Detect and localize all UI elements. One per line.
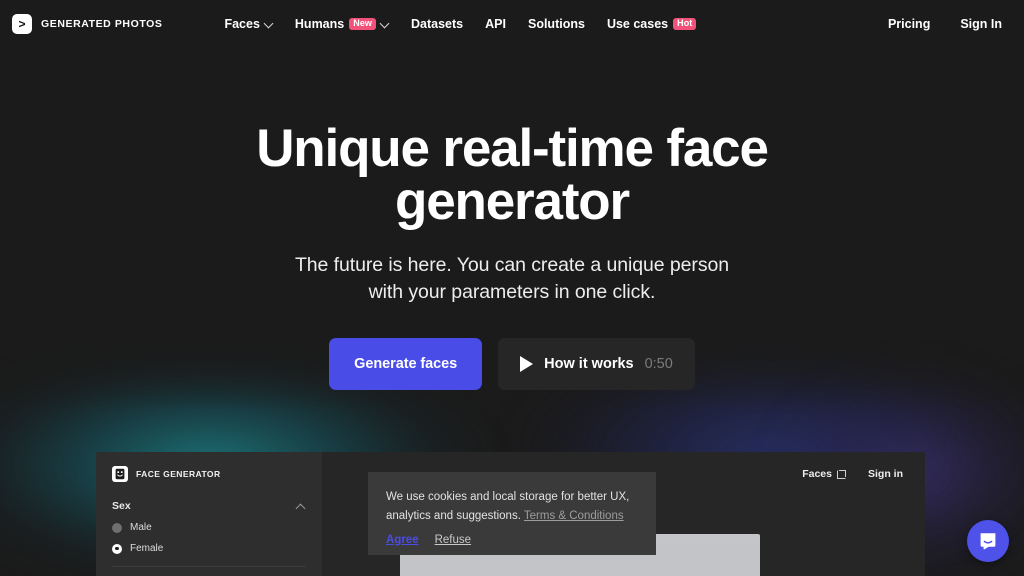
hero-subtitle: The future is here. You can create a uni… xyxy=(294,254,730,303)
nav-item-datasets[interactable]: Datasets xyxy=(411,17,463,31)
nav-item-humans[interactable]: Humans New xyxy=(295,17,389,31)
new-badge: New xyxy=(349,17,377,31)
play-icon xyxy=(520,356,534,372)
radio-option-female[interactable]: Female xyxy=(112,543,306,554)
hero-cta-row: Generate faces How it works 0:50 xyxy=(0,338,1024,390)
cookie-text: We use cookies and local storage for bet… xyxy=(386,488,638,525)
hero-title-line-1: Unique real-time face xyxy=(256,119,769,178)
radio-option-male[interactable]: Male xyxy=(112,522,306,533)
chevron-right-logo-icon: > xyxy=(12,14,32,34)
brand-logo[interactable]: > GENERATED PHOTOS xyxy=(12,14,162,34)
sign-in-button[interactable]: Sign In xyxy=(960,17,1002,31)
nav-item-pricing[interactable]: Pricing xyxy=(888,17,930,31)
sidebar-divider xyxy=(112,566,306,567)
face-smiley-logo-icon xyxy=(112,466,128,482)
cookie-refuse-button[interactable]: Refuse xyxy=(435,534,471,546)
nav-item-label: Faces xyxy=(224,17,260,31)
nav-item-use-cases[interactable]: Use cases Hot xyxy=(606,17,697,31)
cookie-agree-button[interactable]: Agree xyxy=(386,534,419,546)
nav-item-label: API xyxy=(485,17,506,31)
face-generator-header: FACE GENERATOR xyxy=(112,466,306,482)
nav-item-label: Humans xyxy=(294,17,345,31)
nav-item-faces[interactable]: Faces xyxy=(224,17,272,31)
how-it-works-button[interactable]: How it works 0:50 xyxy=(498,338,695,390)
chevron-down-icon xyxy=(265,19,273,27)
main-navigation: Faces Humans New Datasets API Solutions … xyxy=(224,17,697,31)
card-faces-link[interactable]: Faces xyxy=(802,468,846,480)
video-duration: 0:50 xyxy=(644,356,673,372)
face-generator-title: FACE GENERATOR xyxy=(136,469,221,479)
intercom-chat-launcher[interactable] xyxy=(967,520,1009,562)
nav-item-api[interactable]: API xyxy=(485,17,506,31)
external-link-icon xyxy=(837,469,846,479)
chevron-down-icon xyxy=(381,19,389,27)
nav-item-label: Use cases xyxy=(606,17,669,31)
how-it-works-label: How it works xyxy=(544,356,634,372)
radio-label: Female xyxy=(130,543,164,554)
card-faces-label: Faces xyxy=(802,468,832,480)
generate-faces-button[interactable]: Generate faces xyxy=(329,338,483,390)
terms-and-conditions-link[interactable]: Terms & Conditions xyxy=(524,510,624,522)
cookie-consent-banner: We use cookies and local storage for bet… xyxy=(368,472,656,555)
top-navbar: > GENERATED PHOTOS Faces Humans New Data… xyxy=(0,0,1024,48)
brand-name: GENERATED PHOTOS xyxy=(41,18,163,30)
nav-item-label: Solutions xyxy=(527,17,585,31)
face-generator-sidebar: FACE GENERATOR Sex Male Female Headness xyxy=(96,452,322,576)
sidebar-section-sex[interactable]: Sex xyxy=(112,500,306,512)
chevron-up-icon xyxy=(296,503,306,510)
radio-label: Male xyxy=(130,522,152,533)
sidebar-section-label: Sex xyxy=(112,500,131,512)
cookie-actions: Agree Refuse xyxy=(386,534,638,546)
intercom-chat-icon xyxy=(980,533,996,550)
radio-icon xyxy=(112,522,122,533)
hero-title-line-2: generator xyxy=(395,172,630,231)
nav-item-label: Datasets xyxy=(411,17,464,31)
navbar-right-actions: Pricing Sign In xyxy=(888,17,1002,31)
hero-section: Unique real-time face generator The futu… xyxy=(0,0,1024,390)
hot-badge: Hot xyxy=(673,17,697,31)
radio-icon-selected xyxy=(112,543,122,554)
page-root: > GENERATED PHOTOS Faces Humans New Data… xyxy=(0,0,1024,576)
nav-item-solutions[interactable]: Solutions xyxy=(528,17,585,31)
card-sign-in-link[interactable]: Sign in xyxy=(868,468,903,480)
page-title: Unique real-time face generator xyxy=(0,122,1024,228)
